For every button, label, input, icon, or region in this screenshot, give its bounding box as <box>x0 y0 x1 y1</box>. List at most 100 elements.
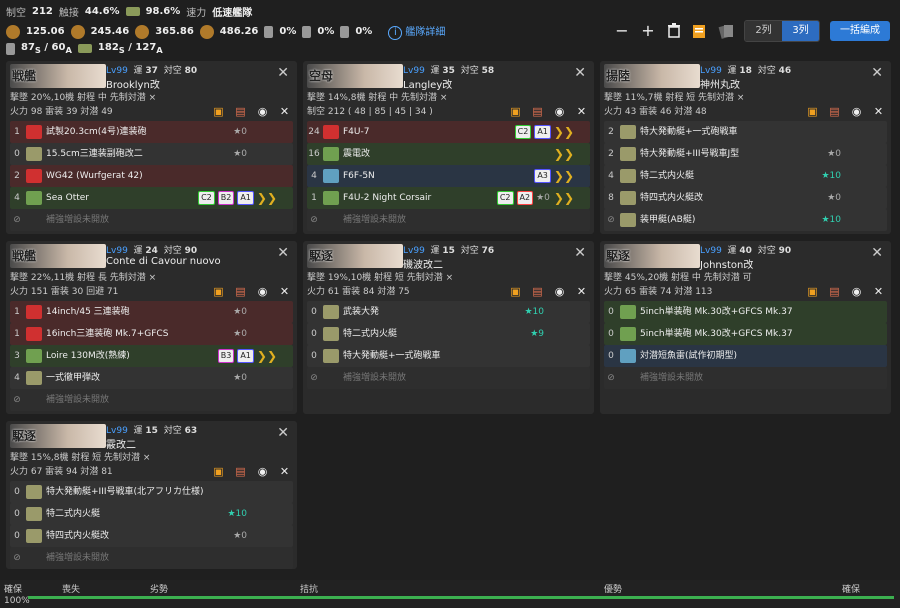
item-box-icon[interactable]: ▣ <box>509 105 522 118</box>
equipment-slot[interactable]: 4 Sea Otter C2 B2 A1 ❯❯ <box>10 187 293 209</box>
plus-icon[interactable]: + <box>640 23 656 39</box>
fleet-detail-link[interactable]: i 艦隊詳細 <box>388 23 445 40</box>
ship-banner[interactable]: 空母 <box>307 64 403 88</box>
ship-banner[interactable]: 駆逐 <box>307 244 403 268</box>
close-icon[interactable]: ✕ <box>575 285 588 298</box>
ship-name[interactable]: Conte di Cavour nuovo <box>106 256 221 267</box>
equipment-slot[interactable]: ⊘ 補強増設未開放 <box>10 209 293 231</box>
equipment-slot[interactable]: 2 WG42 (Wurfgerat 42) <box>10 165 293 187</box>
close-icon[interactable]: ✕ <box>277 245 289 261</box>
ship-stats: 火力 61 雷装 84 対潜 75 <box>307 287 410 297</box>
equipment-slot[interactable]: 4 特二式内火艇 ★10 <box>604 165 887 187</box>
ship-name[interactable]: 霰改二 <box>106 436 136 451</box>
equipment-slot[interactable]: 0 5inch単装砲 Mk.30改+GFCS Mk.37 <box>604 323 887 345</box>
equipment-slot[interactable]: 24 F4U-7 C2 A1 ❯❯ <box>307 121 590 143</box>
slot-count: 24 <box>308 127 320 137</box>
col3-button[interactable]: 3列 <box>782 21 819 41</box>
aa-value: 46 <box>778 66 792 76</box>
ship-banner[interactable]: 揚陸 <box>604 64 700 88</box>
ship-name[interactable]: Langley改 <box>403 76 452 91</box>
equipment-slot[interactable]: 16 震電改 ❯❯ <box>307 143 590 165</box>
toolbox-icon[interactable]: ▤ <box>828 285 841 298</box>
close-icon[interactable]: ✕ <box>278 105 291 118</box>
equipment-slot[interactable]: 1 試製20.3cm(4号)連装砲 ★0 <box>10 121 293 143</box>
ship-name[interactable]: 磯波改二 <box>403 256 443 271</box>
equipment-slot[interactable]: 1 16inch三連装砲 Mk.7+GFCS ★0 <box>10 323 293 345</box>
equipment-slot[interactable]: 1 F4U-2 Night Corsair C2 A2 ★0 ❯❯ <box>307 187 590 209</box>
eye-icon[interactable]: ◉ <box>850 285 863 298</box>
equipment-slot[interactable]: 2 特大発動艇+一式砲戦車 <box>604 121 887 143</box>
item-box-icon[interactable]: ▣ <box>806 105 819 118</box>
toolbox-icon[interactable]: ▤ <box>531 105 544 118</box>
close-icon[interactable]: ✕ <box>277 65 289 81</box>
eye-icon[interactable]: ◉ <box>850 105 863 118</box>
equipment-slot[interactable]: 0 特二式内火艇 ★9 <box>307 323 590 345</box>
equipment-slot[interactable]: 0 特四式内火艇改 ★0 <box>10 525 293 547</box>
item-box-icon[interactable]: ▣ <box>212 465 225 478</box>
cards-icon[interactable] <box>718 23 734 39</box>
minus-icon[interactable]: − <box>614 23 630 39</box>
ship-banner[interactable]: 戦艦 <box>10 244 106 268</box>
close-icon[interactable]: ✕ <box>574 65 586 81</box>
equipment-slot[interactable]: ⊘ 補強増設未開放 <box>604 367 887 389</box>
close-icon[interactable]: ✕ <box>574 245 586 261</box>
close-icon[interactable]: ✕ <box>575 105 588 118</box>
equipment-slot[interactable]: ⊘ 補強増設未開放 <box>10 547 293 569</box>
toolbox-icon[interactable]: ▤ <box>828 105 841 118</box>
equipment-name: 15.5cm三連装副砲改二 <box>46 149 143 159</box>
ship-aa-line: 撃墜 14%,8機 射程 中 先制対潜 × <box>307 93 448 103</box>
eye-icon[interactable]: ◉ <box>553 285 566 298</box>
equipment-slot[interactable]: ⊘ 補強増設未開放 <box>307 367 590 389</box>
toolbox-icon[interactable]: ▤ <box>234 105 247 118</box>
close-icon[interactable]: ✕ <box>278 285 291 298</box>
eye-icon[interactable]: ◉ <box>256 105 269 118</box>
equipment-slot[interactable]: 2 特大発動艇+III号戦車J型 ★0 <box>604 143 887 165</box>
ship-banner[interactable]: 駆逐 <box>604 244 700 268</box>
item-box-icon[interactable]: ▣ <box>806 285 819 298</box>
close-icon[interactable]: ✕ <box>278 465 291 478</box>
ship-banner[interactable]: 駆逐 <box>10 424 106 448</box>
eye-icon[interactable]: ◉ <box>256 465 269 478</box>
equipment-slot[interactable]: 4 F6F-5N A3 ❯❯ <box>307 165 590 187</box>
equipment-slot[interactable]: 0 15.5cm三連装副砲改二 ★0 <box>10 143 293 165</box>
close-icon[interactable]: ✕ <box>872 105 885 118</box>
eye-icon[interactable]: ◉ <box>256 285 269 298</box>
trash-icon[interactable] <box>666 23 682 39</box>
ship-name[interactable]: Brooklyn改 <box>106 76 160 91</box>
equipment-slot[interactable]: ⊘ 補強増設未開放 <box>10 389 293 411</box>
equipment-slot[interactable]: 0 特大発動艇+III号戦車(北アフリカ仕様) <box>10 481 293 503</box>
equipment-slot[interactable]: 4 一式徹甲弾改 ★0 <box>10 367 293 389</box>
equipment-slot[interactable]: 0 5inch単装砲 Mk.30改+GFCS Mk.37 <box>604 301 887 323</box>
eye-icon[interactable]: ◉ <box>553 105 566 118</box>
toolbox-icon[interactable]: ▤ <box>531 285 544 298</box>
luck-label: 運 <box>133 426 143 436</box>
memo-icon[interactable] <box>692 23 708 39</box>
item-box-icon[interactable]: ▣ <box>212 105 225 118</box>
col2-button[interactable]: 2列 <box>745 21 782 41</box>
ship-name[interactable]: 神州丸改 <box>700 76 740 91</box>
close-icon[interactable]: ✕ <box>872 285 885 298</box>
item-box-icon[interactable]: ▣ <box>212 285 225 298</box>
equipment-slot[interactable]: 3 Loire 130M改(熟練) B3 A1 ❯❯ <box>10 345 293 367</box>
chevron-icon: ❯❯ <box>256 191 277 205</box>
close-icon[interactable]: ✕ <box>277 425 289 441</box>
item-box-icon[interactable]: ▣ <box>509 285 522 298</box>
ship-banner[interactable]: 戦艦 <box>10 64 106 88</box>
equipment-slot[interactable]: ⊘ 補強増設未開放 <box>307 209 590 231</box>
equipment-slot[interactable]: 0 特大発動艇+一式砲戦車 <box>307 345 590 367</box>
equipment-slot[interactable]: 0 武装大発 ★10 <box>307 301 590 323</box>
ship-name[interactable]: Johnston改 <box>700 256 753 271</box>
equipment-slot[interactable]: 0 対潜短魚雷(試作初期型) <box>604 345 887 367</box>
toolbox-icon[interactable]: ▤ <box>234 285 247 298</box>
equipment-slot[interactable]: ⊘ 装甲艇(AB艇) ★10 <box>604 209 887 231</box>
equipment-slot[interactable]: 0 特二式内火艇 ★10 <box>10 503 293 525</box>
close-icon[interactable]: ✕ <box>871 245 883 261</box>
close-icon[interactable]: ✕ <box>871 65 883 81</box>
equipment-icon <box>323 147 339 161</box>
slot-count: 1 <box>311 193 317 203</box>
equipment-slot[interactable]: 1 14inch/45 三連装砲 ★0 <box>10 301 293 323</box>
toolbox-icon[interactable]: ▤ <box>234 465 247 478</box>
bulk-edit-button[interactable]: 一括編成 <box>830 21 890 41</box>
ship-actions: ▣ ▤ ◉ ✕ <box>509 105 588 118</box>
equipment-slot[interactable]: 8 特四式内火艇改 ★0 <box>604 187 887 209</box>
